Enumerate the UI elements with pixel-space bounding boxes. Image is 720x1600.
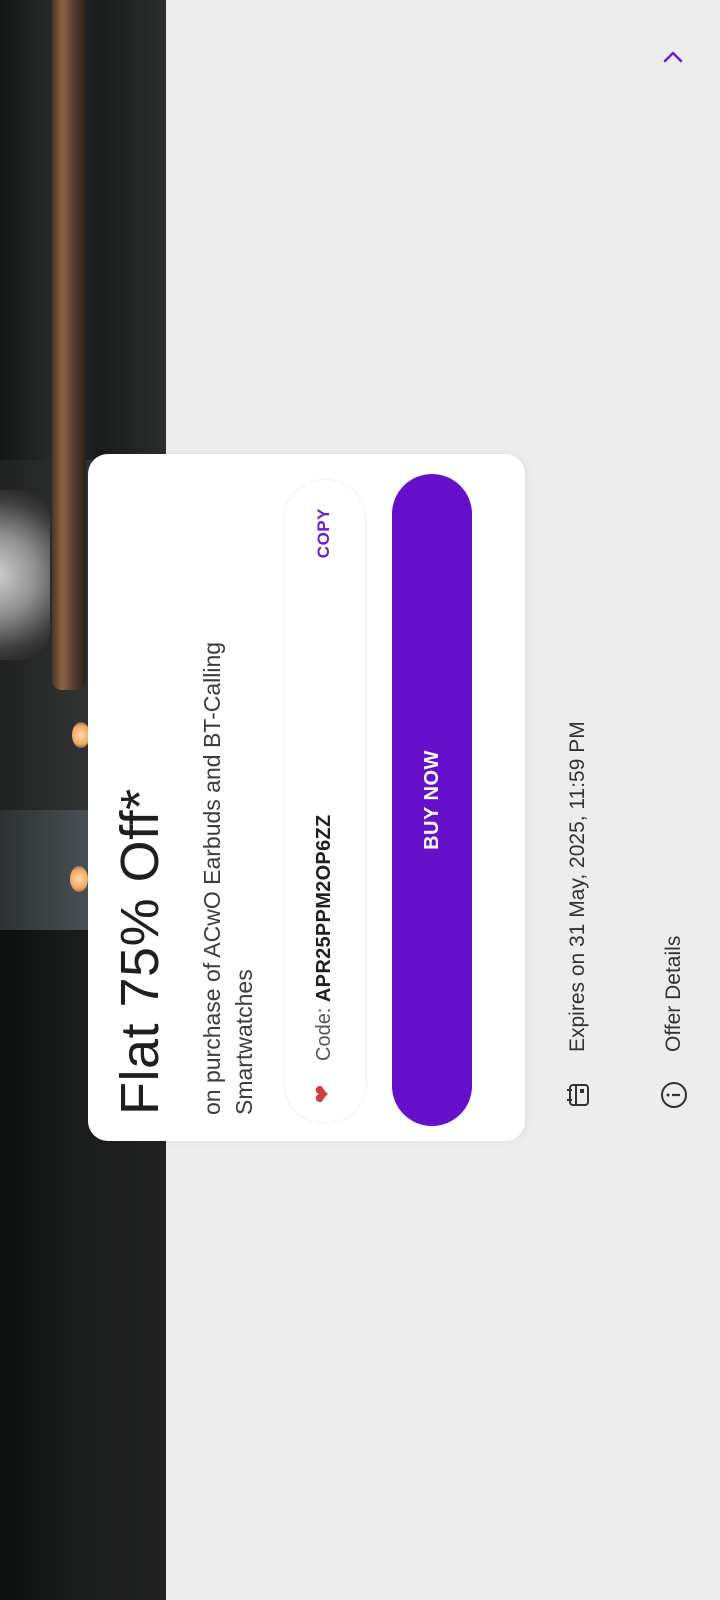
expiry-row: Expires on 31 May, 2025, 11:59 PM — [556, 721, 600, 1110]
rotated-content: Flat 75% Off* on purchase of ACwO Earbud… — [0, 0, 720, 1600]
offer-title: Flat 75% Off* — [110, 788, 170, 1115]
coupon-code-value: APR25PPM2OP6ZZ — [313, 814, 335, 1003]
expiry-text: Expires on 31 May, 2025, 11:59 PM — [566, 721, 589, 1052]
heart-icon: ❤ — [310, 1084, 335, 1104]
chevron-right-icon[interactable] — [660, 44, 686, 70]
coupon-code-row: ❤ Code: APR25PPM2OP6ZZ COPY — [284, 480, 366, 1123]
page: Flat 75% Off* on purchase of ACwO Earbud… — [0, 0, 720, 1600]
coupon-code-label: Code: — [313, 1007, 335, 1061]
info-icon — [659, 1080, 689, 1110]
copy-code-button[interactable]: COPY — [310, 508, 338, 558]
calendar-icon — [563, 1080, 593, 1110]
coupon-code: Code: APR25PPM2OP6ZZ — [310, 814, 338, 1061]
buy-now-button[interactable]: BUY NOW — [392, 474, 472, 1126]
offer-card: Flat 75% Off* on purchase of ACwO Earbud… — [88, 454, 525, 1141]
offer-subtitle: on purchase of ACwO Earbuds and BT-Calli… — [199, 641, 257, 1115]
offer-details-label: Offer Details — [662, 935, 685, 1052]
offer-details-row[interactable]: Offer Details — [652, 0, 696, 1110]
